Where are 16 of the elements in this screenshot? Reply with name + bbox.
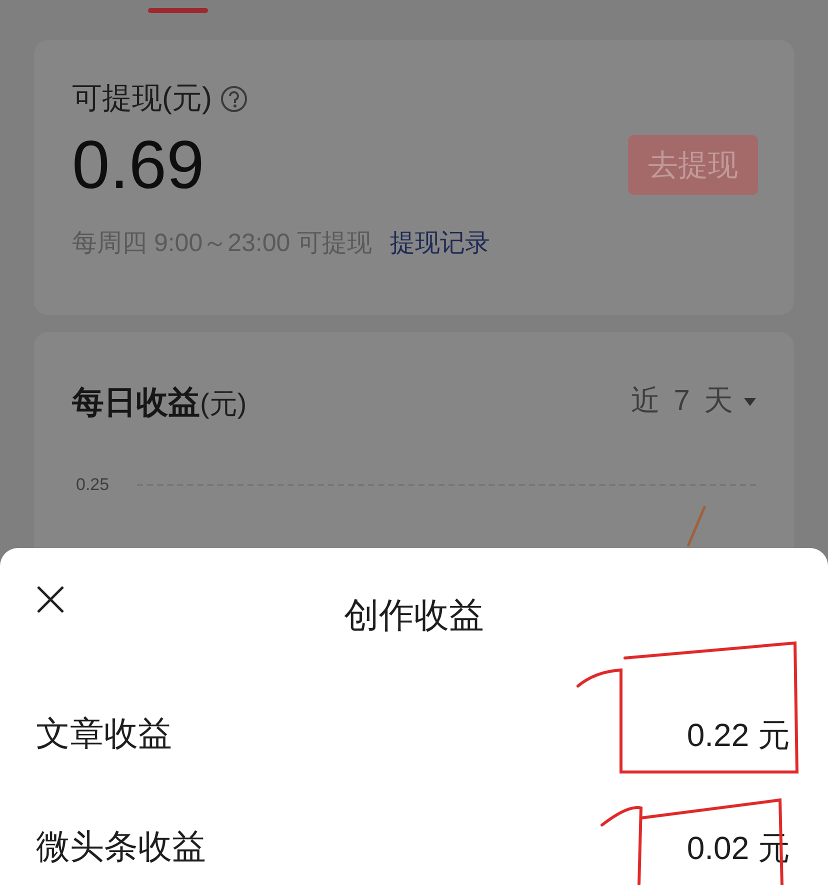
balance-label: 可提现(元): [72, 81, 212, 117]
range-selector[interactable]: 近 7 天: [630, 380, 736, 424]
axis-tick-label: 0.25: [76, 474, 110, 496]
unit-label: (元): [200, 387, 247, 421]
balance-amount: 0.69: [72, 126, 204, 205]
close-icon[interactable]: [36, 585, 65, 614]
trend-line: [684, 504, 708, 548]
daily-title: 每日收益: [72, 383, 200, 422]
caret-icon: [744, 398, 756, 406]
income-label: 微头条收益: [36, 827, 206, 868]
sheet-title: 创作收益: [344, 595, 484, 637]
tab-indicator: [148, 8, 208, 13]
help-icon: [220, 84, 248, 112]
income-label: 文章收益: [36, 714, 172, 755]
withdraw-record-link[interactable]: 提现记录: [390, 225, 490, 262]
income-value: 0.22 元: [686, 716, 790, 754]
